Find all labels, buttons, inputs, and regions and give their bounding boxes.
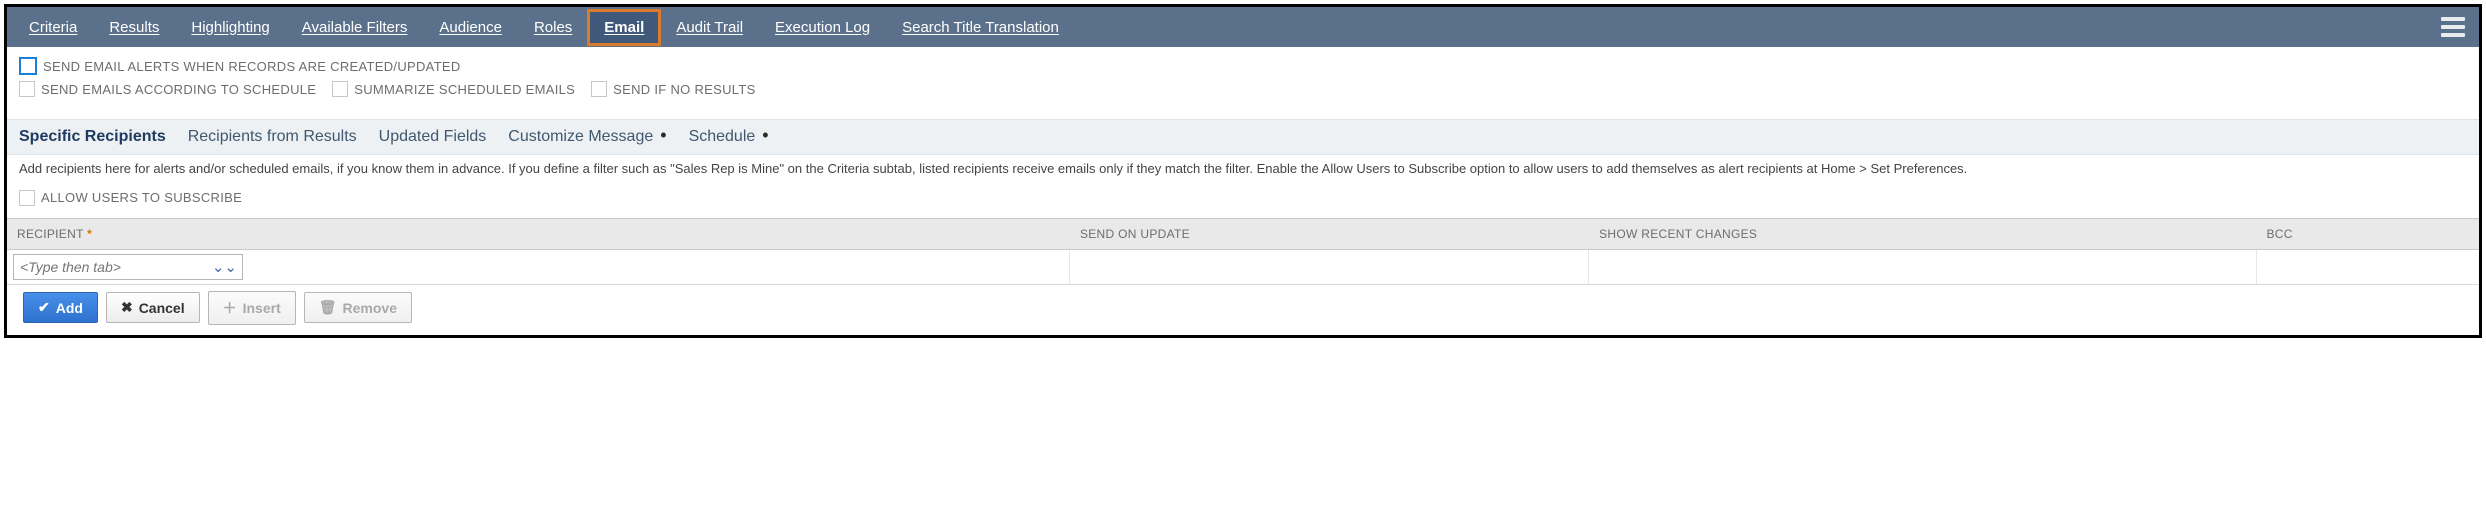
add-label: Add: [56, 300, 83, 316]
recipient-combobox[interactable]: ⌄⌄: [13, 254, 243, 280]
recipient-header-label: RECIPIENT: [17, 227, 84, 241]
tab-execution-log[interactable]: Execution Log: [759, 10, 886, 45]
tab-available-filters[interactable]: Available Filters: [286, 10, 424, 45]
recipients-table-header: RECIPIENT * SEND ON UPDATE SHOW RECENT C…: [7, 218, 2479, 250]
close-icon: ✖: [121, 299, 133, 316]
col-header-show-recent-changes: SHOW RECENT CHANGES: [1589, 219, 2256, 249]
subtab-recipients-from-results[interactable]: Recipients from Results: [188, 128, 357, 146]
subtab-label: Schedule: [689, 128, 756, 145]
tab-search-title-translation[interactable]: Search Title Translation: [886, 10, 1075, 45]
subtab-label: Customize Message: [508, 128, 653, 145]
remove-button[interactable]: 🗑 Remove: [304, 292, 412, 323]
top-nav-bar: Criteria Results Highlighting Available …: [7, 7, 2479, 47]
cell-send-on-update[interactable]: [1070, 250, 1589, 284]
checkbox-icon[interactable]: [19, 81, 35, 97]
subtab-updated-fields[interactable]: Updated Fields: [379, 128, 487, 146]
table-row: ⌄⌄: [7, 250, 2479, 285]
checkbox-icon[interactable]: [332, 81, 348, 97]
col-header-send-on-update: SEND ON UPDATE: [1070, 219, 1589, 249]
allow-subscribe-label: ALLOW USERS TO SUBSCRIBE: [41, 190, 242, 205]
insert-label: Insert: [243, 300, 281, 316]
cell-show-recent-changes[interactable]: [1589, 250, 2256, 284]
tab-audit-trail[interactable]: Audit Trail: [660, 10, 759, 45]
summarize-label: SUMMARIZE SCHEDULED EMAILS: [354, 82, 575, 97]
dot-indicator-icon: •: [655, 125, 666, 145]
trash-icon: 🗑: [319, 299, 337, 316]
checkbox-icon[interactable]: [19, 190, 35, 206]
send-schedule-label: SEND EMAILS ACCORDING TO SCHEDULE: [41, 82, 316, 97]
summarize-option[interactable]: SUMMARIZE SCHEDULED EMAILS: [332, 81, 575, 97]
send-alerts-option[interactable]: SEND EMAIL ALERTS WHEN RECORDS ARE CREAT…: [19, 57, 461, 75]
cell-bcc[interactable]: [2257, 250, 2479, 284]
col-header-bcc: BCC: [2257, 219, 2479, 249]
checkbox-icon[interactable]: [591, 81, 607, 97]
dot-indicator-icon: •: [757, 125, 768, 145]
subtab-schedule[interactable]: Schedule •: [689, 128, 769, 146]
send-schedule-option[interactable]: SEND EMAILS ACCORDING TO SCHEDULE: [19, 81, 316, 97]
plus-icon: ＋: [223, 298, 237, 318]
menu-icon[interactable]: [2441, 17, 2465, 37]
tab-email[interactable]: Email: [588, 10, 660, 45]
email-subtabs: Specific Recipients Recipients from Resu…: [7, 119, 2479, 155]
remove-label: Remove: [343, 300, 397, 316]
required-star-icon: *: [87, 227, 92, 241]
row-actions: ✔ Add ✖ Cancel ＋ Insert 🗑 Remove: [15, 285, 2479, 335]
subtab-customize-message[interactable]: Customize Message •: [508, 128, 666, 146]
add-button[interactable]: ✔ Add: [23, 292, 98, 323]
recipient-input[interactable]: [13, 254, 243, 280]
allow-subscribe-option[interactable]: ALLOW USERS TO SUBSCRIBE: [19, 190, 2467, 206]
tab-highlighting[interactable]: Highlighting: [175, 10, 285, 45]
tab-audience[interactable]: Audience: [423, 10, 518, 45]
subtab-specific-recipients[interactable]: Specific Recipients: [19, 128, 166, 146]
insert-button[interactable]: ＋ Insert: [208, 291, 296, 325]
tab-criteria[interactable]: Criteria: [13, 10, 93, 45]
email-options: SEND EMAIL ALERTS WHEN RECORDS ARE CREAT…: [7, 47, 2479, 119]
send-alerts-label: SEND EMAIL ALERTS WHEN RECORDS ARE CREAT…: [43, 59, 461, 74]
help-text: Add recipients here for alerts and/or sc…: [7, 155, 2479, 188]
cancel-button[interactable]: ✖ Cancel: [106, 292, 200, 323]
tab-results[interactable]: Results: [93, 10, 175, 45]
checkbox-icon[interactable]: [19, 57, 37, 75]
col-header-recipient: RECIPIENT *: [7, 219, 1070, 249]
tab-roles[interactable]: Roles: [518, 10, 588, 45]
send-if-no-results-label: SEND IF NO RESULTS: [613, 82, 755, 97]
cancel-label: Cancel: [139, 300, 185, 316]
send-if-no-results-option[interactable]: SEND IF NO RESULTS: [591, 81, 755, 97]
check-icon: ✔: [38, 299, 50, 316]
